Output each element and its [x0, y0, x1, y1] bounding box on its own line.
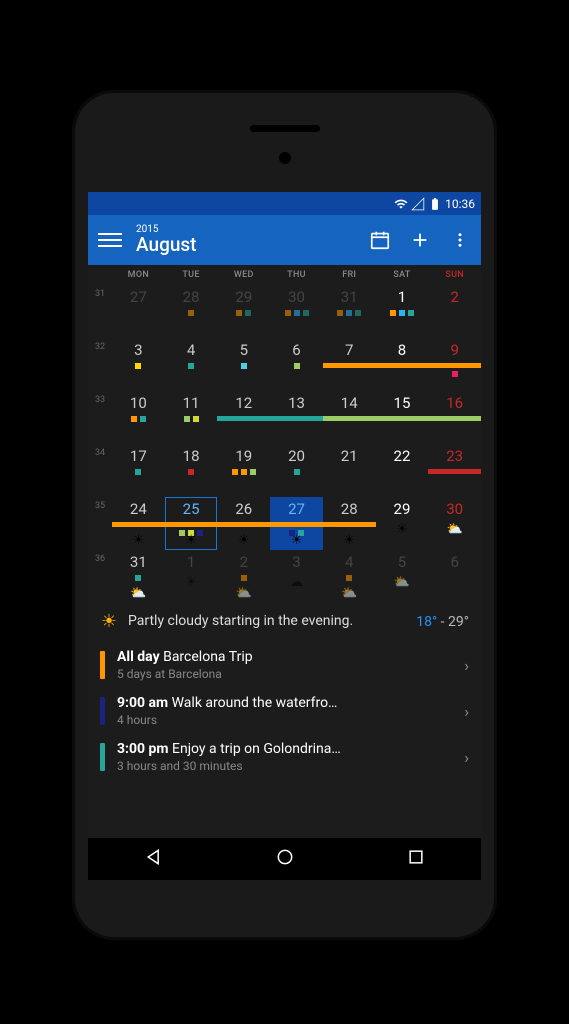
week-number: 33	[88, 391, 112, 444]
day-header: SAT	[376, 265, 429, 285]
calendar-day[interactable]: 3	[112, 338, 165, 391]
chevron-right-icon: ›	[464, 656, 469, 675]
calendar-day[interactable]: 20	[270, 444, 323, 497]
event-color-bar	[100, 743, 105, 771]
calendar-day[interactable]: 27☀	[270, 497, 323, 550]
weather-text: Partly cloudy starting in the evening.	[128, 612, 406, 630]
calendar-day[interactable]: 21	[323, 444, 376, 497]
signal-icon	[411, 197, 425, 211]
home-button[interactable]	[275, 847, 295, 871]
week-number: 34	[88, 444, 112, 497]
agenda-event[interactable]: All day Barcelona Trip5 days at Barcelon…	[88, 642, 481, 688]
calendar-day[interactable]: 31	[323, 285, 376, 338]
day-header: WED	[217, 265, 270, 285]
day-header: FRI	[323, 265, 376, 285]
calendar-day[interactable]: 29	[217, 285, 270, 338]
calendar-day[interactable]: 25☀	[165, 497, 218, 550]
agenda-event[interactable]: 9:00 am Walk around the waterfro…4 hours…	[88, 688, 481, 734]
calendar-day[interactable]: 13	[270, 391, 323, 444]
calendar-day[interactable]: 24☀	[112, 497, 165, 550]
chevron-right-icon: ›	[464, 702, 469, 721]
android-navbar	[88, 838, 481, 880]
calendar-day[interactable]: 14	[323, 391, 376, 444]
back-button[interactable]	[144, 847, 164, 871]
phone-frame: 10:36 2015 August MONTUEWEDTH	[72, 90, 497, 940]
screen: 10:36 2015 August MONTUEWEDTH	[88, 192, 481, 852]
agenda-event[interactable]: 3:00 pm Enjoy a trip on Golondrina…3 hou…	[88, 734, 481, 780]
calendar-day[interactable]: 9	[428, 338, 481, 391]
calendar-day[interactable]: 2⛅	[217, 550, 270, 603]
calendar-day[interactable]: 18	[165, 444, 218, 497]
calendar-day[interactable]: 29☀	[376, 497, 429, 550]
day-headers: MONTUEWEDTHUFRISATSUN	[88, 265, 481, 285]
calendar-day[interactable]: 28☀	[323, 497, 376, 550]
calendar-day[interactable]: 7	[323, 338, 376, 391]
calendar-day[interactable]: 8	[376, 338, 429, 391]
add-button[interactable]	[409, 229, 431, 251]
calendar-day[interactable]: 6	[428, 550, 481, 603]
today-button[interactable]	[369, 229, 391, 251]
calendar-day[interactable]: 10	[112, 391, 165, 444]
calendar-day[interactable]: 4	[165, 338, 218, 391]
battery-icon	[428, 197, 442, 211]
calendar-day[interactable]: 15	[376, 391, 429, 444]
day-header: TUE	[165, 265, 218, 285]
agenda: ☀ Partly cloudy starting in the evening.…	[88, 603, 481, 780]
calendar-day[interactable]: 5⛅	[376, 550, 429, 603]
overflow-button[interactable]	[449, 229, 471, 251]
calendar-day[interactable]: 30⛅	[428, 497, 481, 550]
calendar-day[interactable]: 26☀	[217, 497, 270, 550]
calendar-day[interactable]: 27	[112, 285, 165, 338]
event-color-bar	[100, 697, 105, 725]
calendar-day[interactable]: 30	[270, 285, 323, 338]
calendar-grid[interactable]: 3127282930311232345678933101112131415163…	[88, 285, 481, 603]
front-camera	[279, 152, 291, 164]
event-color-bar	[100, 651, 105, 679]
week-number: 36	[88, 550, 112, 603]
title-month: August	[136, 235, 369, 256]
app-bar: 2015 August	[88, 215, 481, 265]
calendar-day[interactable]: 2	[428, 285, 481, 338]
recent-button[interactable]	[406, 847, 426, 871]
calendar-day[interactable]: 16	[428, 391, 481, 444]
calendar-day[interactable]: 4⛅	[323, 550, 376, 603]
sun-icon: ☀	[100, 611, 118, 632]
speaker	[250, 125, 320, 132]
calendar-day[interactable]: 11	[165, 391, 218, 444]
weather-temps: 18° - 29°	[416, 614, 469, 630]
calendar-day[interactable]: 3☁	[270, 550, 323, 603]
status-bar: 10:36	[88, 192, 481, 215]
calendar-day[interactable]: 17	[112, 444, 165, 497]
calendar-day[interactable]: 22	[376, 444, 429, 497]
day-header: MON	[112, 265, 165, 285]
calendar-day[interactable]: 1	[376, 285, 429, 338]
calendar-day[interactable]: 6	[270, 338, 323, 391]
weather-row[interactable]: ☀ Partly cloudy starting in the evening.…	[88, 603, 481, 642]
menu-button[interactable]	[98, 228, 122, 252]
calendar-day[interactable]: 31⛅	[112, 550, 165, 603]
calendar-day[interactable]: 19	[217, 444, 270, 497]
chevron-right-icon: ›	[464, 748, 469, 767]
calendar-day[interactable]: 5	[217, 338, 270, 391]
title-block[interactable]: 2015 August	[136, 225, 369, 256]
day-header: THU	[270, 265, 323, 285]
week-number: 35	[88, 497, 112, 550]
calendar-day[interactable]: 23	[428, 444, 481, 497]
status-time: 10:36	[445, 197, 475, 211]
calendar-day[interactable]: 28	[165, 285, 218, 338]
week-number: 31	[88, 285, 112, 338]
calendar-day[interactable]: 1☀	[165, 550, 218, 603]
day-header: SUN	[428, 265, 481, 285]
wifi-icon	[394, 197, 408, 211]
week-number: 32	[88, 338, 112, 391]
calendar-day[interactable]: 12	[217, 391, 270, 444]
